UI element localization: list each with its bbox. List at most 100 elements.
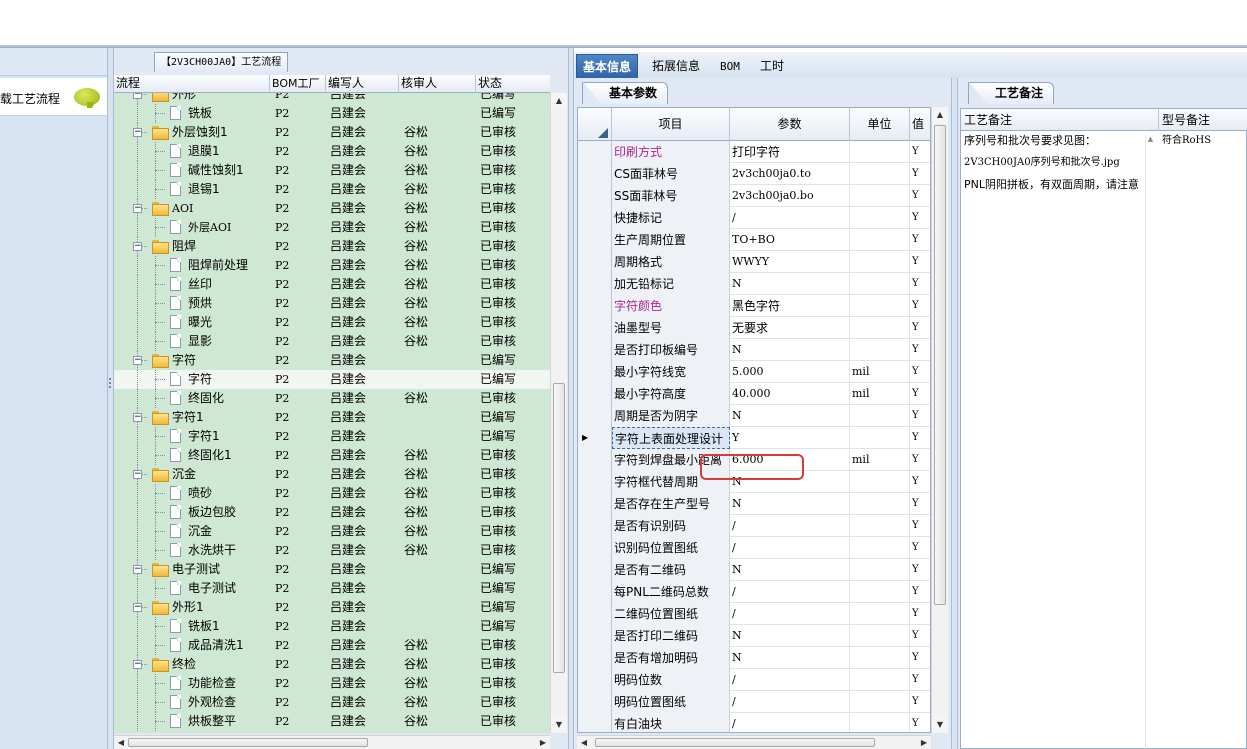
row-header[interactable] (578, 273, 612, 295)
col-header-model-note[interactable]: 型号备注 (1159, 109, 1247, 131)
param-unit[interactable] (850, 295, 910, 317)
param-value[interactable]: / (730, 515, 850, 537)
col-header-process-note[interactable]: 工艺备注 (961, 109, 1159, 131)
param-value[interactable]: N (730, 405, 850, 427)
param-row[interactable]: 生产周期位置 TO+BO Y (578, 229, 930, 251)
tab-work-hours[interactable]: 工时 (754, 54, 790, 78)
param-unit[interactable] (850, 229, 910, 251)
right-splitter[interactable] (951, 78, 958, 749)
param-row[interactable]: 二维码位置图纸 / Y (578, 603, 930, 625)
col-header-bom[interactable]: BOM工厂 (270, 75, 326, 93)
scroll-right-arrow-icon[interactable]: ▶ (536, 736, 550, 749)
param-value[interactable]: 无要求 (730, 317, 850, 339)
params-vertical-scrollbar[interactable]: ▲ ▼ (931, 107, 948, 733)
tree-step-row[interactable]: 烘板整平 P2 吕建会 谷松 已审核 (114, 712, 550, 731)
param-value[interactable]: N (730, 647, 850, 669)
tab-basic-info[interactable]: 基本信息 (576, 54, 639, 78)
param-row[interactable]: CS面菲林号 2v3ch00ja0.to Y (578, 163, 930, 185)
param-row[interactable]: 字符颜色 黑色字符 Y (578, 295, 930, 317)
param-flag[interactable]: Y (910, 339, 930, 361)
tree-folder-row[interactable]: − 终检 P2 吕建会 谷松 已审核 (114, 655, 550, 674)
row-header[interactable] (578, 449, 612, 471)
param-row[interactable]: 是否有二维码 N Y (578, 559, 930, 581)
param-flag[interactable]: Y (910, 229, 930, 251)
model-note-cell[interactable]: 符合RoHS (1162, 135, 1246, 147)
row-header[interactable] (578, 383, 612, 405)
param-flag[interactable]: Y (910, 427, 930, 449)
row-header[interactable] (578, 163, 612, 185)
hscroll-thumb[interactable] (128, 738, 368, 747)
param-unit[interactable] (850, 603, 910, 625)
tree-step-row[interactable]: 板边包胶 P2 吕建会 谷松 已审核 (114, 503, 550, 522)
param-row[interactable]: 每PNL二维码总数 / Y (578, 581, 930, 603)
param-row[interactable]: 周期是否为阴字 N Y (578, 405, 930, 427)
nav-item-process-flow[interactable]: 载工艺流程 (0, 78, 107, 116)
collapse-icon[interactable]: − (133, 204, 142, 213)
collapse-icon[interactable]: − (133, 470, 142, 479)
tree-step-row[interactable]: 外观检查 P2 吕建会 谷松 已审核 (114, 693, 550, 712)
param-flag[interactable]: Y (910, 317, 930, 339)
tree-folder-row[interactable]: − 外形 P2 吕建会 已编写 (114, 93, 550, 104)
param-value[interactable]: N (730, 273, 850, 295)
param-unit[interactable] (850, 317, 910, 339)
tree-folder-row[interactable]: − 外层蚀刻1 P2 吕建会 谷松 已审核 (114, 123, 550, 142)
param-value[interactable]: 2v3ch00ja0.bo (730, 185, 850, 207)
tree-step-row[interactable]: 水洗烘干 P2 吕建会 谷松 已审核 (114, 541, 550, 560)
param-flag[interactable]: Y (910, 383, 930, 405)
subtab-process-notes[interactable]: 工艺备注 (968, 82, 1055, 104)
param-row[interactable]: 油墨型号 无要求 Y (578, 317, 930, 339)
param-flag[interactable]: Y (910, 625, 930, 647)
tree-step-row[interactable]: 退膜1 P2 吕建会 谷松 已审核 (114, 142, 550, 161)
param-row[interactable]: 是否打印板编号 N Y (578, 339, 930, 361)
row-header[interactable] (578, 559, 612, 581)
tree-folder-row[interactable]: − 字符 P2 吕建会 已编写 (114, 351, 550, 370)
param-unit[interactable] (850, 669, 910, 691)
param-value[interactable]: 5.000 (730, 361, 850, 383)
tree-step-row[interactable]: 阻焊前处理 P2 吕建会 谷松 已审核 (114, 256, 550, 275)
tree-folder-row[interactable]: − 沉金 P2 吕建会 谷松 已审核 (114, 465, 550, 484)
param-unit[interactable] (850, 493, 910, 515)
row-header[interactable] (578, 185, 612, 207)
param-row[interactable]: 印刷方式 打印字符 Y (578, 141, 930, 163)
tree-step-row[interactable]: 沉金 P2 吕建会 谷松 已审核 (114, 522, 550, 541)
scroll-down-arrow-icon[interactable]: ▼ (551, 717, 567, 733)
param-unit[interactable] (850, 515, 910, 537)
param-unit[interactable] (850, 427, 910, 449)
scroll-up-arrow-icon[interactable]: ▲ (551, 93, 567, 109)
param-flag[interactable]: Y (910, 163, 930, 185)
col-header-unit[interactable]: 单位 (850, 108, 910, 141)
scroll-up-arrow-icon[interactable]: ▲ (1146, 135, 1155, 143)
param-flag[interactable]: Y (910, 251, 930, 273)
param-unit[interactable] (850, 163, 910, 185)
param-unit[interactable] (850, 691, 910, 713)
scroll-left-arrow-icon[interactable]: ◀ (114, 736, 128, 749)
tree-horizontal-scrollbar[interactable]: ◀ ▶ (114, 735, 550, 749)
collapse-icon[interactable]: − (133, 242, 142, 251)
param-unit[interactable] (850, 339, 910, 361)
param-row[interactable]: 快捷标记 / Y (578, 207, 930, 229)
tree-step-row[interactable]: 铣板1 P2 吕建会 已编写 (114, 617, 550, 636)
tree-folder-row[interactable]: − 外形1 P2 吕建会 已编写 (114, 598, 550, 617)
param-unit[interactable] (850, 537, 910, 559)
tree-step-row[interactable]: 成品清洗1 P2 吕建会 谷松 已审核 (114, 636, 550, 655)
param-flag[interactable]: Y (910, 295, 930, 317)
hscroll-thumb[interactable] (595, 738, 875, 747)
param-flag[interactable]: Y (910, 515, 930, 537)
param-row[interactable]: 周期格式 WWYY Y (578, 251, 930, 273)
param-value[interactable]: 打印字符 (730, 141, 850, 163)
col-header-item[interactable]: 项目 (612, 108, 730, 141)
row-header[interactable] (578, 141, 612, 163)
collapse-icon[interactable]: − (133, 413, 142, 422)
params-horizontal-scrollbar[interactable]: ◀ ▶ (577, 735, 931, 749)
param-row[interactable]: 是否有识别码 / Y (578, 515, 930, 537)
row-header[interactable] (578, 361, 612, 383)
tree-step-row[interactable]: 字符1 P2 吕建会 已编写 (114, 427, 550, 446)
row-header[interactable] (578, 647, 612, 669)
param-row[interactable]: 明码位置图纸 / Y (578, 691, 930, 713)
collapse-icon[interactable]: − (133, 128, 142, 137)
tree-step-row[interactable]: 显影 P2 吕建会 谷松 已审核 (114, 332, 550, 351)
param-value[interactable]: 黑色字符 (730, 295, 850, 317)
tab-extended-info[interactable]: 拓展信息 (646, 54, 706, 78)
tree-step-row[interactable]: 预烘 P2 吕建会 谷松 已审核 (114, 294, 550, 313)
collapse-icon[interactable]: − (133, 603, 142, 612)
